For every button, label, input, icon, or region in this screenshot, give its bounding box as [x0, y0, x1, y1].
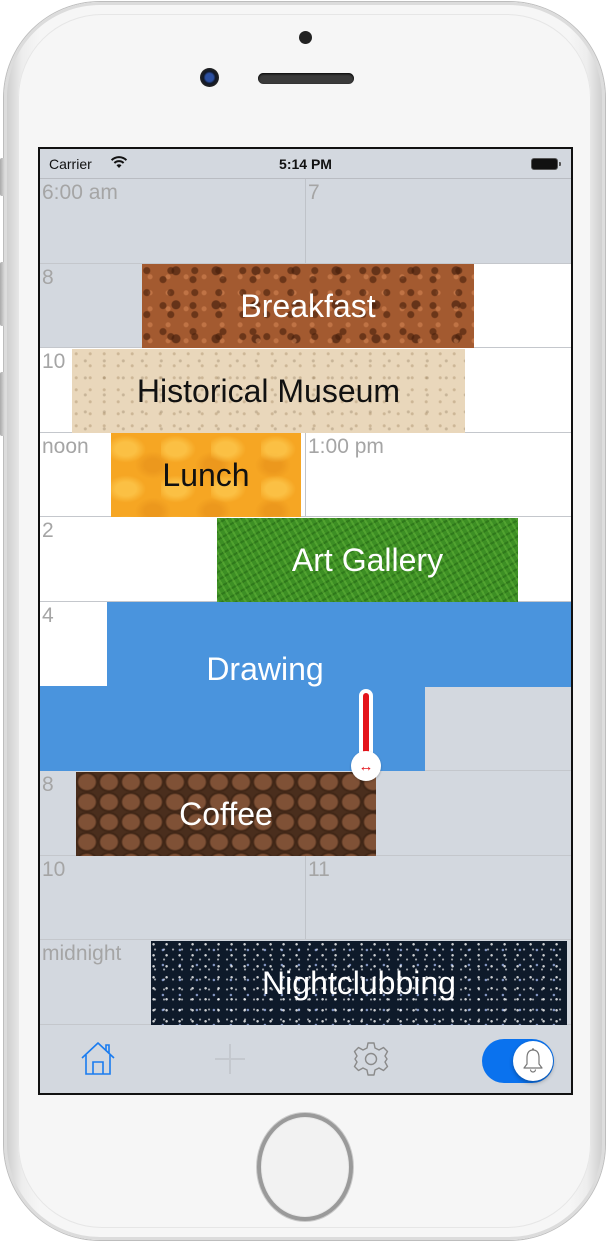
- event-art-gallery[interactable]: Art Gallery: [217, 518, 518, 602]
- toggle-thumb[interactable]: [513, 1041, 553, 1081]
- event-title: Lunch: [162, 456, 250, 493]
- event-coffee[interactable]: Coffee: [76, 772, 376, 856]
- mute-switch: [0, 158, 5, 196]
- time-row-6am: 6:00 am 7: [40, 179, 571, 264]
- gear-icon: [353, 1042, 389, 1076]
- hour-label: 4: [42, 604, 54, 627]
- time-row-10pm: 10 11: [40, 855, 571, 941]
- hour-label: noon: [42, 434, 89, 458]
- plus-icon: [215, 1044, 245, 1074]
- event-nightclubbing[interactable]: Nightclubbing: [151, 941, 567, 1025]
- hour-label: 2: [42, 519, 54, 543]
- earpiece-speaker: [258, 73, 354, 84]
- bell-icon: [523, 1048, 543, 1073]
- event-title: Art Gallery: [291, 541, 444, 578]
- event-title: Historical Museum: [136, 372, 401, 409]
- settings-button[interactable]: [349, 1037, 393, 1081]
- event-breakfast[interactable]: Breakfast: [142, 264, 474, 348]
- time-slot-11pm[interactable]: [306, 855, 571, 940]
- volume-down-button: [0, 372, 5, 436]
- hour-label: 6:00 am: [42, 181, 118, 204]
- event-title: Breakfast: [240, 287, 376, 324]
- time-slot-7am[interactable]: [306, 179, 571, 263]
- time-slot-8am[interactable]: [40, 263, 142, 348]
- hour-label: 11: [308, 857, 330, 881]
- hour-label: 10: [42, 350, 66, 374]
- hour-label: 8: [42, 265, 54, 289]
- home-button[interactable]: [257, 1113, 353, 1221]
- event-title: Nightclubbing: [262, 964, 456, 1001]
- hour-label: midnight: [42, 942, 122, 966]
- hour-label: 10: [42, 857, 66, 881]
- time-slot-10pm[interactable]: [40, 855, 306, 940]
- home-icon: [81, 1042, 115, 1075]
- home-tab-button[interactable]: [76, 1037, 120, 1081]
- resize-horizontal-icon[interactable]: ↔: [351, 751, 381, 781]
- day-schedule-grid[interactable]: 6:00 am 7 8 10 noon 1:00 pm 2 4 8 10 11 …: [40, 179, 571, 1025]
- hour-label: 7: [308, 181, 320, 204]
- resize-handle[interactable]: ↔: [351, 689, 381, 784]
- hour-label: 1:00 pm: [308, 434, 384, 458]
- front-camera: [200, 68, 219, 87]
- bottom-toolbar: [40, 1025, 571, 1093]
- add-event-button[interactable]: [208, 1037, 252, 1081]
- status-bar: Carrier 5:14 PM: [40, 149, 571, 179]
- notifications-toggle[interactable]: [482, 1039, 554, 1083]
- event-lunch[interactable]: Lunch: [111, 433, 301, 517]
- volume-up-button: [0, 262, 5, 326]
- battery-full-icon: [531, 158, 561, 170]
- hour-label: 8: [42, 773, 54, 797]
- event-title: Drawing: [206, 650, 324, 687]
- event-historical-museum[interactable]: Historical Museum: [72, 349, 465, 433]
- screen: Carrier 5:14 PM 6:00 am 7 8 10 noon 1:00…: [38, 147, 573, 1095]
- event-title: Coffee: [179, 795, 273, 832]
- clock: 5:14 PM: [279, 156, 332, 172]
- proximity-sensor: [299, 31, 312, 44]
